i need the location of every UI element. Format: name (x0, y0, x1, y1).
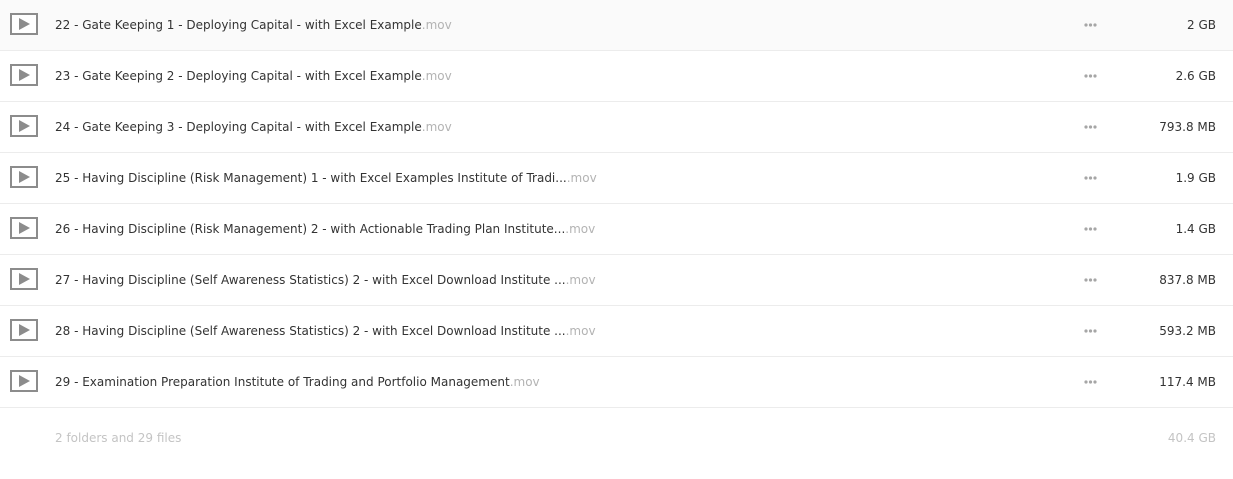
file-count: 2 folders and 29 files (55, 431, 182, 445)
file-name[interactable]: 27 - Having Discipline (Self Awareness S… (55, 255, 596, 305)
file-extension: .mov (421, 69, 452, 83)
file-name-text: 29 - Examination Preparation Institute o… (55, 375, 510, 389)
file-name[interactable]: 25 - Having Discipline (Risk Management)… (55, 153, 597, 203)
file-row[interactable]: 29 - Examination Preparation Institute o… (0, 357, 1233, 408)
file-size: 593.2 MB (1159, 324, 1216, 338)
play-icon (10, 166, 38, 188)
file-name[interactable]: 24 - Gate Keeping 3 - Deploying Capital … (55, 102, 452, 152)
file-extension: .mov (421, 120, 452, 134)
file-row[interactable]: 27 - Having Discipline (Self Awareness S… (0, 255, 1233, 306)
more-options-icon[interactable] (1082, 20, 1102, 30)
file-size: 2.6 GB (1175, 69, 1216, 83)
play-icon (10, 370, 38, 392)
file-name-text: 26 - Having Discipline (Risk Management)… (55, 222, 566, 236)
file-size: 2 GB (1187, 18, 1216, 32)
file-extension: .mov (565, 273, 596, 287)
file-list: 22 - Gate Keeping 1 - Deploying Capital … (0, 0, 1233, 408)
more-options-icon[interactable] (1082, 275, 1102, 285)
file-size: 1.9 GB (1175, 171, 1216, 185)
file-size: 1.4 GB (1175, 222, 1216, 236)
more-options-icon[interactable] (1082, 377, 1102, 387)
more-options-icon[interactable] (1082, 224, 1102, 234)
file-name[interactable]: 28 - Having Discipline (Self Awareness S… (55, 306, 596, 356)
play-icon (10, 64, 38, 86)
file-row[interactable]: 25 - Having Discipline (Risk Management)… (0, 153, 1233, 204)
file-size: 793.8 MB (1159, 120, 1216, 134)
file-size: 837.8 MB (1159, 273, 1216, 287)
file-row[interactable]: 24 - Gate Keeping 3 - Deploying Capital … (0, 102, 1233, 153)
file-extension: .mov (565, 324, 596, 338)
file-size: 117.4 MB (1159, 375, 1216, 389)
more-options-icon[interactable] (1082, 326, 1102, 336)
file-name-text: 24 - Gate Keeping 3 - Deploying Capital … (55, 120, 422, 134)
file-name-text: 28 - Having Discipline (Self Awareness S… (55, 324, 566, 338)
file-extension: .mov (566, 171, 597, 185)
file-name[interactable]: 23 - Gate Keeping 2 - Deploying Capital … (55, 51, 452, 101)
file-name-text: 27 - Having Discipline (Self Awareness S… (55, 273, 566, 287)
file-name-text: 23 - Gate Keeping 2 - Deploying Capital … (55, 69, 422, 83)
file-extension: .mov (565, 222, 596, 236)
file-name[interactable]: 29 - Examination Preparation Institute o… (55, 357, 540, 407)
folder-summary: 2 folders and 29 files 40.4 GB (0, 418, 1233, 458)
total-size: 40.4 GB (1167, 431, 1216, 445)
file-name[interactable]: 26 - Having Discipline (Risk Management)… (55, 204, 595, 254)
more-options-icon[interactable] (1082, 71, 1102, 81)
file-name[interactable]: 22 - Gate Keeping 1 - Deploying Capital … (55, 0, 452, 50)
file-row[interactable]: 22 - Gate Keeping 1 - Deploying Capital … (0, 0, 1233, 51)
file-row[interactable]: 28 - Having Discipline (Self Awareness S… (0, 306, 1233, 357)
more-options-icon[interactable] (1082, 173, 1102, 183)
file-name-text: 22 - Gate Keeping 1 - Deploying Capital … (55, 18, 422, 32)
play-icon (10, 115, 38, 137)
file-extension: .mov (421, 18, 452, 32)
play-icon (10, 319, 38, 341)
play-icon (10, 217, 38, 239)
file-extension: .mov (509, 375, 540, 389)
file-name-text: 25 - Having Discipline (Risk Management)… (55, 171, 567, 185)
play-icon (10, 13, 38, 35)
play-icon (10, 268, 38, 290)
more-options-icon[interactable] (1082, 122, 1102, 132)
file-row[interactable]: 23 - Gate Keeping 2 - Deploying Capital … (0, 51, 1233, 102)
file-row[interactable]: 26 - Having Discipline (Risk Management)… (0, 204, 1233, 255)
